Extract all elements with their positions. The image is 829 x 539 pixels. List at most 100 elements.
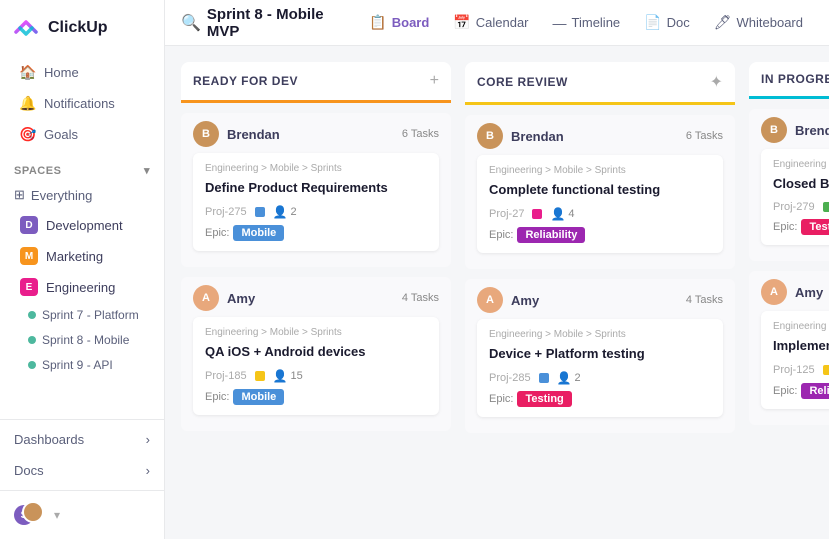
sidebar-item-development[interactable]: D Development	[6, 210, 158, 240]
assignee-group-amy-ready: A Amy 4 Tasks Engineering > Mobile > Spr…	[181, 277, 451, 431]
user-avatar-group[interactable]: S	[14, 501, 46, 529]
user-menu-chevron-icon[interactable]: ▾	[54, 508, 60, 522]
dashboards-label: Dashboards	[14, 432, 84, 447]
task-meta: Proj-125 👤 2	[773, 363, 829, 377]
task-card-ready-brendan-0[interactable]: Engineering > Mobile > Sprints Define Pr…	[193, 153, 439, 251]
assignee-group-brendan-progress: B Brendan 6 Tasks Engineering > Mobile >…	[749, 109, 829, 261]
sidebar-bottom: Dashboards › Docs ›	[0, 419, 164, 490]
task-breadcrumb: Engineering > Mobile > Sprints	[773, 321, 829, 332]
flag-icon	[255, 207, 265, 217]
column-title-progress: IN PROGRESS	[761, 72, 829, 86]
epic-label: Epic:	[773, 385, 797, 397]
task-id: Proj-27	[489, 208, 524, 220]
assignee-group-amy-progress: A Amy 4 Tasks Engineering > Mobile > Spr…	[749, 271, 829, 425]
sidebar: ClickUp 🏠 Home 🔔 Notifications 🎯 Goals S…	[0, 0, 165, 539]
epic-badge: Reliability	[517, 227, 585, 243]
task-breadcrumb: Engineering > Mobile > Sprints	[773, 159, 829, 170]
assignee-header-brendan-review: B Brendan 6 Tasks	[477, 123, 723, 149]
flag-icon	[532, 209, 542, 219]
sidebar-item-marketing[interactable]: M Marketing	[6, 241, 158, 271]
task-card-review-brendan-0[interactable]: Engineering > Mobile > Sprints Complete …	[477, 155, 723, 253]
avatar-photo	[22, 501, 44, 523]
sprint8-dot	[28, 336, 36, 344]
sidebar-item-engineering[interactable]: E Engineering	[6, 272, 158, 302]
task-title: Device + Platform testing	[489, 345, 711, 363]
task-count-brendan-review: 6 Tasks	[686, 130, 723, 142]
assignee-header-amy-progress: A Amy 4 Tasks	[761, 279, 829, 305]
avatar-amy: A	[193, 285, 219, 311]
tab-doc[interactable]: 📄 Doc	[634, 8, 700, 37]
column-add-ready[interactable]: +	[430, 72, 439, 90]
assignee-name-amy-ready: Amy	[227, 291, 255, 306]
sidebar-sub-sprint9[interactable]: Sprint 9 - API	[6, 353, 158, 377]
board-area: READY FOR DEV + B Brendan 6 Tasks Engine…	[165, 46, 829, 539]
marketing-badge: M	[20, 247, 38, 265]
goals-label: Goals	[44, 127, 78, 142]
task-card-ready-amy-0[interactable]: Engineering > Mobile > Sprints QA iOS + …	[193, 317, 439, 415]
flag-icon	[539, 373, 549, 383]
sprint9-dot	[28, 361, 36, 369]
doc-icon: 📄	[644, 14, 661, 31]
task-card-progress-brendan-0[interactable]: Engineering > Mobile > Sprints Closed Be…	[761, 149, 829, 245]
logo: ClickUp	[0, 0, 164, 52]
sidebar-sub-sprint8[interactable]: Sprint 8 - Mobile	[6, 328, 158, 352]
sidebar-item-dashboards[interactable]: Dashboards ›	[0, 424, 164, 455]
task-card-review-amy-0[interactable]: Engineering > Mobile > Sprints Device + …	[477, 319, 723, 417]
sidebar-sub-sprint7[interactable]: Sprint 7 - Platform	[6, 303, 158, 327]
sidebar-item-notifications[interactable]: 🔔 Notifications	[6, 88, 158, 118]
assignee-group-brendan-review: B Brendan 6 Tasks Engineering > Mobile >…	[465, 115, 735, 269]
task-count-brendan-ready: 6 Tasks	[402, 128, 439, 140]
home-label: Home	[44, 65, 79, 80]
task-id: Proj-285	[489, 372, 531, 384]
avatar-brendan: B	[477, 123, 503, 149]
task-card-progress-amy-0[interactable]: Engineering > Mobile > Sprints Implement…	[761, 311, 829, 409]
assignee-name-amy-progress: Amy	[795, 285, 823, 300]
flag-icon	[823, 365, 829, 375]
spaces-list: Spaces ▾ ⊞ Everything D Development M Ma…	[0, 154, 164, 419]
task-meta: Proj-27 👤 4	[489, 207, 711, 221]
task-breadcrumb: Engineering > Mobile > Sprints	[205, 327, 427, 338]
column-review: CORE REVIEW ✦ B Brendan 6 Tasks Engineer…	[465, 62, 735, 523]
sidebar-item-goals[interactable]: 🎯 Goals	[6, 119, 158, 149]
column-title-ready: READY FOR DEV	[193, 74, 298, 88]
avatar-brendan: B	[761, 117, 787, 143]
assignees-icon: 👤	[273, 205, 288, 219]
epic-badge: Mobile	[233, 225, 284, 241]
column-header-review: CORE REVIEW ✦	[465, 62, 735, 105]
column-header-progress: IN PROGRESS	[749, 62, 829, 99]
tab-calendar[interactable]: 📅 Calendar	[443, 8, 538, 37]
task-assignees: 👤 2	[557, 371, 581, 385]
tab-timeline[interactable]: — Timeline	[543, 9, 631, 37]
task-id: Proj-125	[773, 364, 815, 376]
task-assignees: 👤 15	[273, 369, 303, 383]
sidebar-item-home[interactable]: 🏠 Home	[6, 57, 158, 87]
dashboards-chevron-icon: ›	[146, 432, 150, 447]
marketing-label: Marketing	[46, 249, 103, 264]
task-meta: Proj-285 👤 2	[489, 371, 711, 385]
assignee-name-brendan-ready: Brendan	[227, 127, 280, 142]
tab-whiteboard[interactable]: 🖊 Whiteboard	[704, 8, 813, 37]
epic-label: Epic:	[773, 221, 797, 233]
epic-badge: Testing	[517, 391, 571, 407]
assignee-header-brendan-progress: B Brendan 6 Tasks	[761, 117, 829, 143]
tab-board[interactable]: 📋 Board	[359, 8, 439, 37]
goals-icon: 🎯	[20, 126, 36, 142]
main-content: 🔍 Sprint 8 - Mobile MVP 📋 Board 📅 Calend…	[165, 0, 829, 539]
column-add-review[interactable]: ✦	[710, 72, 723, 92]
sidebar-item-everything[interactable]: ⊞ Everything	[0, 181, 164, 209]
everything-label: Everything	[31, 188, 92, 203]
development-label: Development	[46, 218, 123, 233]
sidebar-item-docs[interactable]: Docs ›	[0, 455, 164, 486]
doc-label: Doc	[667, 15, 690, 30]
spaces-label: Spaces	[14, 165, 61, 177]
sprint-search-icon: 🔍	[181, 13, 201, 33]
page-title-group: 🔍 Sprint 8 - Mobile MVP	[181, 6, 335, 40]
calendar-label: Calendar	[476, 15, 529, 30]
task-id: Proj-185	[205, 370, 247, 382]
task-count-amy-review: 4 Tasks	[686, 294, 723, 306]
assignee-name-amy-review: Amy	[511, 293, 539, 308]
assignee-header-brendan-ready: B Brendan 6 Tasks	[193, 121, 439, 147]
spaces-section-header: Spaces ▾	[0, 154, 164, 181]
view-nav: 📋 Board 📅 Calendar — Timeline 📄 Doc 🖊 Wh…	[359, 8, 813, 37]
chevron-down-icon[interactable]: ▾	[144, 164, 150, 177]
